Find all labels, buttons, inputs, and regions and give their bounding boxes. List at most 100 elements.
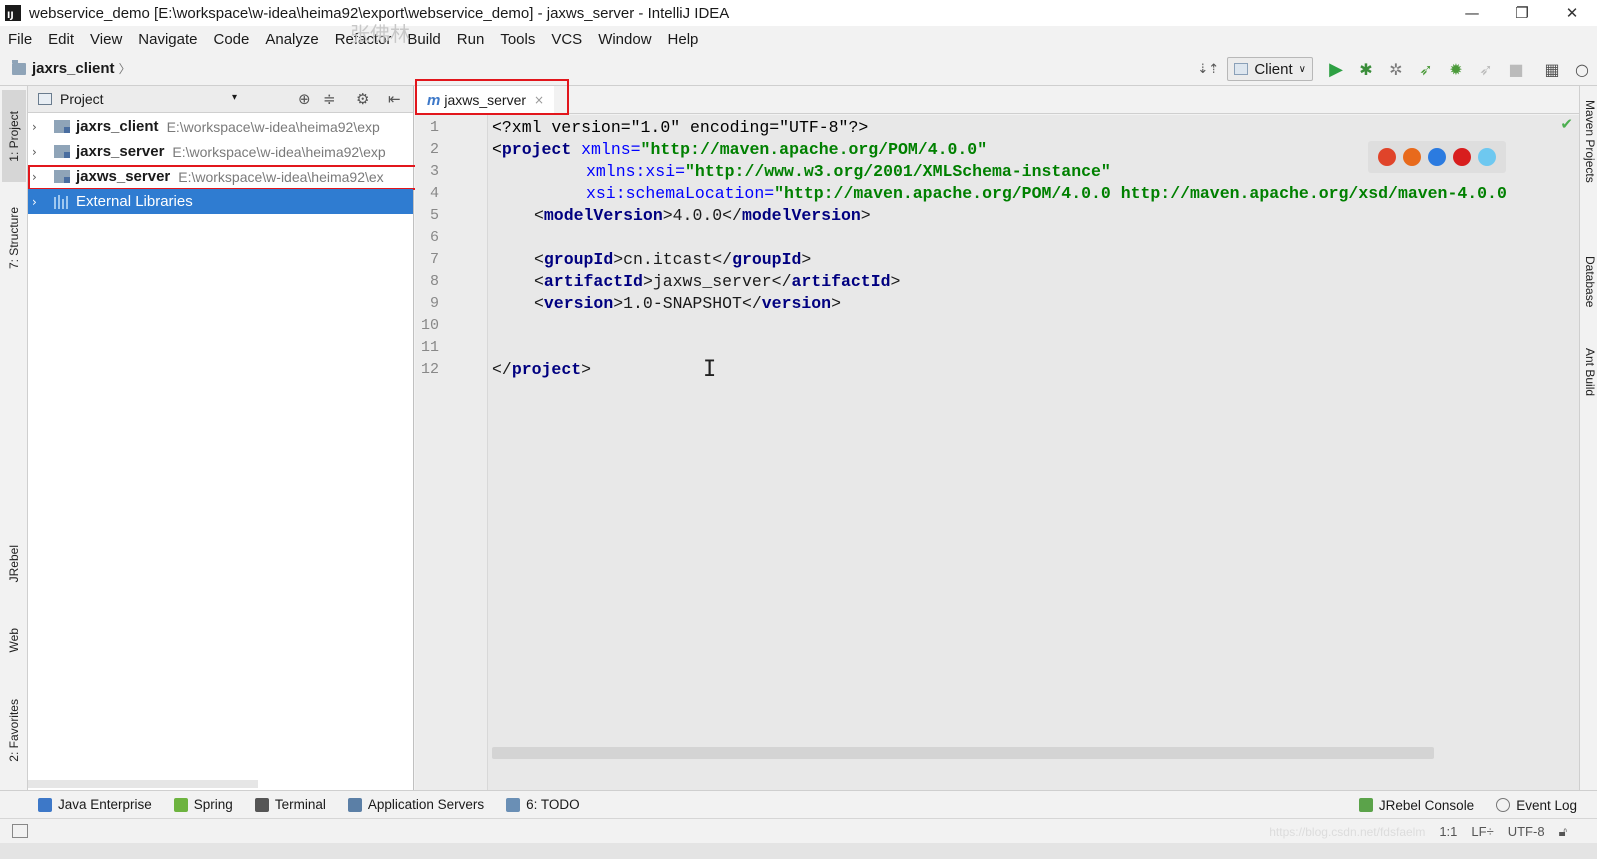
tool-label: JRebel Console xyxy=(1378,797,1475,813)
line-number: 7 xyxy=(429,251,439,268)
chrome-icon[interactable] xyxy=(1377,148,1396,166)
menu-edit[interactable]: Edit xyxy=(48,31,74,48)
tool-window-bar: Java Enterprise Spring Terminal Applicat… xyxy=(0,790,1597,818)
menu-build[interactable]: Build xyxy=(407,31,440,48)
status-indicators: https://blog.csdn.net/fdsfaelm 1:1 LF÷ U… xyxy=(1255,819,1567,844)
tree-item-jaxrs-server[interactable]: › jaxrs_server E:\workspace\w-idea\heima… xyxy=(28,139,413,164)
tool-todo[interactable]: 6: TODO xyxy=(506,797,580,812)
tool-java-enterprise[interactable]: Java Enterprise xyxy=(38,797,152,812)
tool-label: Java Enterprise xyxy=(58,797,152,812)
navigation-toolbar: jaxrs_client 〉 ⇣⇡ Client ∨ ▶ ✱ ✲ ➶ ✹ ➶ ■… xyxy=(0,52,1597,86)
line-number: 5 xyxy=(429,207,439,224)
todo-icon xyxy=(506,797,521,812)
code-line-7: <groupId>cn.itcast</groupId> xyxy=(534,250,812,269)
expand-arrow-icon[interactable]: › xyxy=(32,145,44,159)
opera-icon[interactable] xyxy=(1453,148,1472,166)
module-folder-icon xyxy=(54,120,70,133)
project-panel-title[interactable]: Project xyxy=(60,91,104,107)
hide-panel-icon[interactable]: ⇤ xyxy=(388,90,401,108)
tree-item-external-libraries[interactable]: › External Libraries xyxy=(28,189,413,214)
jrebel-icon xyxy=(1358,798,1373,812)
firefox-icon[interactable] xyxy=(1402,148,1421,166)
expand-arrow-icon[interactable]: › xyxy=(32,120,44,134)
code-editor[interactable]: <?xml version="1.0" encoding="UTF-8"?> <… xyxy=(487,115,1579,790)
chevron-down-icon[interactable]: ▾ xyxy=(232,92,237,103)
tool-terminal[interactable]: Terminal xyxy=(254,797,326,812)
search-icon[interactable]: ○ xyxy=(1571,58,1593,80)
horizontal-scrollbar[interactable] xyxy=(28,780,258,788)
module-folder-icon xyxy=(12,59,26,75)
line-number: 3 xyxy=(429,163,439,180)
tool-event-log[interactable]: Event Log xyxy=(1496,798,1577,813)
right-tool-strip: Maven Projects Database Ant Build xyxy=(1579,86,1597,790)
browser-preview-bar xyxy=(1368,141,1506,173)
gear-icon[interactable]: ⚙ xyxy=(356,90,369,108)
tool-jrebel-console[interactable]: JRebel Console xyxy=(1358,797,1475,813)
chevron-down-icon: ∨ xyxy=(1298,63,1306,75)
jrebel-run-icon[interactable]: ➶ xyxy=(1415,58,1437,80)
collapse-all-icon[interactable]: ≑ xyxy=(323,90,336,108)
tab-favorites[interactable]: 2: Favorites xyxy=(2,682,26,778)
window-controls: — ❐ ✕ xyxy=(1447,0,1597,26)
line-number: 12 xyxy=(420,361,439,378)
run-icon[interactable]: ▶ xyxy=(1325,58,1347,80)
restore-button[interactable]: ❐ xyxy=(1497,0,1547,26)
tab-maven-projects[interactable]: Maven Projects xyxy=(1582,100,1597,183)
status-bar: https://blog.csdn.net/fdsfaelm 1:1 LF÷ U… xyxy=(0,818,1597,843)
menu-run[interactable]: Run xyxy=(457,31,485,48)
java-enterprise-icon xyxy=(38,797,52,812)
inspection-ok-icon: ✔ xyxy=(1560,115,1573,133)
tree-item-path: E:\workspace\w-idea\heima92\exp xyxy=(172,143,386,160)
sort-icon[interactable]: ⇣⇡ xyxy=(1197,58,1219,80)
module-folder-icon xyxy=(54,145,70,158)
menu-help[interactable]: Help xyxy=(668,31,699,48)
line-number: 9 xyxy=(429,295,439,312)
line-number: 6 xyxy=(429,229,439,246)
tool-application-servers[interactable]: Application Servers xyxy=(347,797,484,812)
coverage-icon[interactable]: ✲ xyxy=(1385,58,1407,80)
stop-icon[interactable]: ■ xyxy=(1505,58,1527,80)
menu-view[interactable]: View xyxy=(90,31,122,48)
expand-arrow-icon[interactable]: › xyxy=(32,195,44,209)
safari-icon[interactable] xyxy=(1427,148,1446,166)
close-button[interactable]: ✕ xyxy=(1547,0,1597,26)
caret-position[interactable]: 1:1 xyxy=(1439,824,1457,839)
project-structure-icon[interactable]: ▦ xyxy=(1541,58,1563,80)
menu-tools[interactable]: Tools xyxy=(500,31,535,48)
tool-spring[interactable]: Spring xyxy=(173,797,233,812)
jrebel-debug-icon[interactable]: ✹ xyxy=(1445,58,1467,80)
line-number: 11 xyxy=(420,339,439,356)
tab-database[interactable]: Database xyxy=(1582,256,1597,307)
tool-window-bar-right: JRebel Console Event Log xyxy=(1358,791,1577,819)
menu-window[interactable]: Window xyxy=(598,31,651,48)
back-icon[interactable]: ➶ xyxy=(1475,58,1497,80)
toggle-tool-windows-icon[interactable] xyxy=(12,824,28,838)
highlight-box xyxy=(415,79,569,115)
menu-navigate[interactable]: Navigate xyxy=(138,31,197,48)
editor-tab-bar: m jaxws_server × xyxy=(415,79,1579,115)
menu-file[interactable]: File xyxy=(8,31,32,48)
tab-ant-build[interactable]: Ant Build xyxy=(1582,348,1597,396)
tab-project[interactable]: 1: Project xyxy=(2,90,26,182)
file-encoding[interactable]: UTF-8 xyxy=(1508,824,1545,839)
tab-maven-label: Maven Projects xyxy=(1583,100,1597,183)
menu-analyze[interactable]: Analyze xyxy=(265,31,318,48)
editor-horizontal-scrollbar[interactable] xyxy=(492,747,1434,759)
project-view-icon xyxy=(38,93,52,105)
tab-jrebel[interactable]: JRebel xyxy=(2,530,26,598)
library-icon xyxy=(54,194,70,209)
breadcrumb[interactable]: jaxrs_client 〉 xyxy=(12,59,131,77)
tree-item-jaxrs-client[interactable]: › jaxrs_client E:\workspace\w-idea\heima… xyxy=(28,114,413,139)
minimize-button[interactable]: — xyxy=(1447,0,1497,26)
tab-web[interactable]: Web xyxy=(2,610,26,670)
menu-code[interactable]: Code xyxy=(213,31,249,48)
run-configuration-select[interactable]: Client ∨ xyxy=(1227,57,1313,81)
line-separator[interactable]: LF÷ xyxy=(1471,824,1493,839)
tab-structure[interactable]: 7: Structure xyxy=(2,192,26,284)
ie-icon[interactable] xyxy=(1478,148,1497,166)
menu-vcs[interactable]: VCS xyxy=(551,31,582,48)
locate-icon[interactable]: ⊕ xyxy=(298,90,311,108)
lock-icon[interactable]: 🔓︎ xyxy=(1559,824,1567,840)
debug-icon[interactable]: ✱ xyxy=(1355,58,1377,80)
configuration-icon xyxy=(1234,63,1249,75)
